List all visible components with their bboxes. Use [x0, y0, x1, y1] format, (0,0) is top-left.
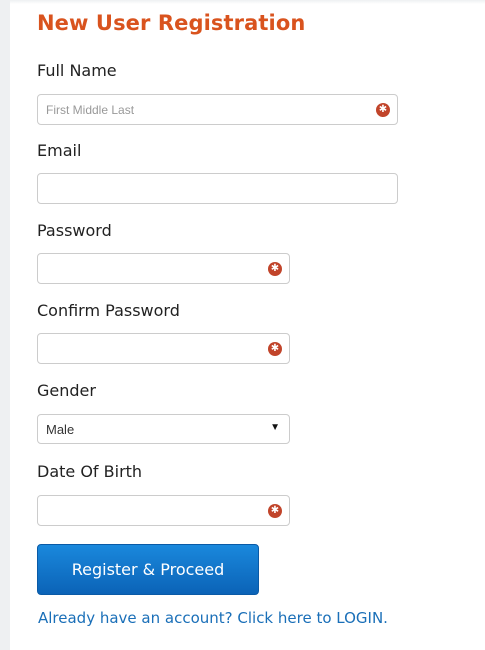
- email-field[interactable]: [37, 173, 398, 204]
- login-link[interactable]: Already have an account? Click here to L…: [38, 609, 388, 627]
- confirm-password-field[interactable]: ✱: [37, 333, 290, 364]
- email-label: Email: [37, 141, 82, 160]
- email-input[interactable]: [38, 174, 371, 203]
- form-title: New User Registration: [37, 11, 306, 35]
- gender-label: Gender: [37, 381, 96, 400]
- dob-field[interactable]: ✱: [37, 495, 290, 526]
- full-name-input[interactable]: [38, 95, 371, 124]
- gender-selected-value: Male: [46, 422, 75, 437]
- gender-select[interactable]: Male ▼: [37, 414, 290, 444]
- required-asterisk-icon: ✱: [268, 504, 282, 518]
- dob-input[interactable]: [38, 496, 263, 525]
- dob-label: Date Of Birth: [37, 462, 143, 481]
- register-proceed-button[interactable]: Register & Proceed: [37, 544, 259, 595]
- confirm-password-input[interactable]: [38, 334, 263, 363]
- password-input[interactable]: [38, 254, 263, 283]
- required-asterisk-icon: ✱: [268, 262, 282, 276]
- full-name-field[interactable]: ✱: [37, 94, 398, 125]
- registration-panel: New User Registration Full Name ✱ Email …: [10, 0, 485, 650]
- password-label: Password: [37, 221, 112, 240]
- full-name-label: Full Name: [37, 61, 117, 80]
- required-asterisk-icon: ✱: [268, 342, 282, 356]
- required-asterisk-icon: ✱: [376, 103, 390, 117]
- confirm-password-label: Confirm Password: [37, 301, 180, 320]
- chevron-down-icon: ▼: [270, 422, 280, 433]
- left-edge: [0, 0, 10, 650]
- password-field[interactable]: ✱: [37, 253, 290, 284]
